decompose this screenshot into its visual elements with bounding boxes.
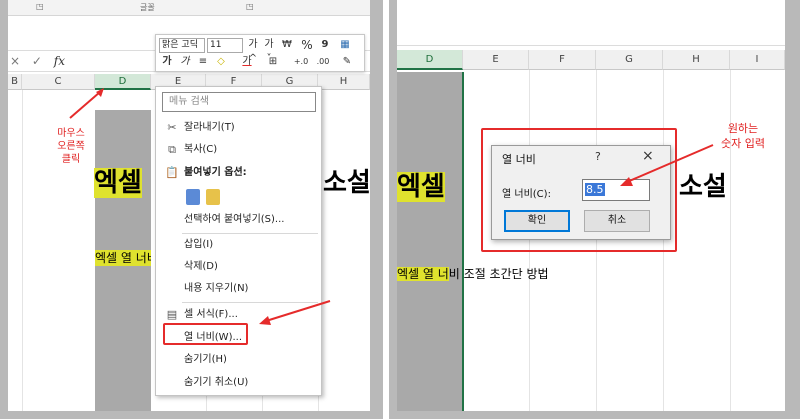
- borders-icon[interactable]: ⊞: [266, 55, 280, 69]
- col-header-g[interactable]: G: [596, 50, 663, 70]
- formula-bar: [397, 16, 785, 46]
- menu-item-label: 숨기기(H): [184, 354, 227, 365]
- insert-function-icon[interactable]: fx: [54, 54, 65, 68]
- menu-item-label: 내용 지우기(N): [184, 283, 249, 294]
- menu-item-unhide[interactable]: 숨기기 취소(U): [156, 373, 321, 393]
- formula-buttons: × ✓ fx: [10, 54, 65, 68]
- format-table-icon[interactable]: ▦: [338, 38, 352, 52]
- menu-item-hide[interactable]: 숨기기(H): [156, 350, 321, 370]
- cell-small-text-highlighted: 엑셀 열 너: [397, 267, 449, 281]
- confirm-entry-icon[interactable]: ✓: [32, 54, 42, 68]
- menu-item-insert[interactable]: 삽입(I): [156, 235, 321, 255]
- decrease-decimal-icon[interactable]: .00: [314, 55, 332, 69]
- annotation-arrow: [259, 300, 331, 325]
- col-header-b[interactable]: B: [8, 74, 22, 90]
- annotation-arrow: [69, 88, 104, 119]
- dialog-title: 열 너비: [502, 153, 536, 166]
- comma-style-icon[interactable]: 9: [318, 38, 332, 52]
- cancel-entry-icon[interactable]: ×: [10, 54, 20, 68]
- font-size-dropdown[interactable]: 11: [207, 38, 243, 53]
- menu-item-paste-special[interactable]: 선택하여 붙여넣기(S)...: [156, 210, 321, 230]
- excel-sheet-right: D E F G H I 엑셀 소설 엑셀 열 너비 조절 초간단 방법 열 너비…: [397, 0, 785, 411]
- col-header-h[interactable]: H: [318, 74, 370, 90]
- bold-icon[interactable]: 가: [160, 55, 174, 69]
- column-width-label: 열 너비(C):: [502, 189, 551, 200]
- clipboard-icon: 📋: [165, 166, 179, 179]
- selected-column-d[interactable]: [397, 72, 463, 411]
- cell-small-text: 엑셀 열 너비 조절 초간단 방법: [397, 266, 549, 282]
- increase-decimal-icon[interactable]: +.0: [292, 55, 310, 69]
- menu-search-input[interactable]: 메뉴 검색: [162, 92, 316, 112]
- menu-item-label: 셀 서식(F)...: [184, 309, 238, 320]
- format-painter-icon[interactable]: ✎: [340, 55, 354, 69]
- ribbon-launcher-icon[interactable]: ◳: [36, 2, 44, 11]
- cell-small-text-rest: 비 조절 초간단 방법: [448, 267, 549, 281]
- excel-sheet-left: ◳ 글꼴 ◳ × ✓ fx B C D E F G H 엑셀 소설 엑셀 열 너…: [8, 0, 370, 411]
- menu-item-label: 잘라내기(T): [184, 122, 235, 133]
- menu-item-label: 숨기기 취소(U): [184, 377, 249, 388]
- italic-icon[interactable]: 가: [178, 55, 192, 69]
- annotation-right-click: 마우스 오른쪽 클릭: [57, 128, 85, 165]
- font-color-icon[interactable]: 가: [240, 55, 254, 69]
- menu-item-label: 선택하여 붙여넣기(S)...: [184, 214, 285, 225]
- paste-formatting-icon[interactable]: [186, 189, 200, 205]
- col-header-h[interactable]: H: [663, 50, 730, 70]
- help-icon[interactable]: ?: [595, 150, 601, 163]
- ok-button[interactable]: 확인: [504, 210, 570, 232]
- cell-big-text: 엑셀: [94, 168, 142, 198]
- align-center-icon[interactable]: ≡: [196, 55, 210, 69]
- menu-item-label: 삭제(D): [184, 261, 218, 272]
- menu-item-paste-options: 📋 붙여넣기 옵션:: [156, 163, 321, 183]
- menu-item-label: 복사(C): [184, 144, 218, 155]
- col-header-i[interactable]: I: [730, 50, 785, 70]
- ribbon-launcher-icon[interactable]: ◳: [246, 2, 254, 11]
- mini-toolbar: 맑은 고딕 11 가^ 가˅ ₩ % 9 ▦ 가 가 ≡ ◇ 가 ⊞ +.0 .…: [155, 34, 365, 72]
- gridline: [22, 90, 23, 411]
- right-screenshot-panel: D E F G H I 엑셀 소설 엑셀 열 너비 조절 초간단 방법 열 너비…: [389, 0, 800, 419]
- ribbon-group-font-label: 글꼴: [140, 3, 155, 12]
- cell-small-text: 엑셀 열 너비: [95, 250, 151, 266]
- column-border: [462, 72, 464, 411]
- menu-item-copy[interactable]: ⧉ 복사(C): [156, 140, 321, 160]
- menu-item-label: 삽입(I): [184, 239, 214, 250]
- menu-separator: [182, 233, 318, 234]
- col-header-d[interactable]: D: [397, 50, 463, 70]
- col-header-e[interactable]: E: [463, 50, 529, 70]
- menu-item-clear-contents[interactable]: 내용 지우기(N): [156, 279, 321, 299]
- copy-icon: ⧉: [168, 143, 176, 156]
- context-menu: 메뉴 검색 ✂ 잘라내기(T) ⧉ 복사(C) 📋 붙여넣기 옵션: 선택하여 …: [155, 86, 322, 396]
- col-header-f[interactable]: F: [529, 50, 596, 70]
- annotation-arrow: [620, 144, 714, 186]
- font-name-dropdown[interactable]: 맑은 고딕: [159, 38, 205, 53]
- cancel-button[interactable]: 취소: [584, 210, 650, 232]
- ribbon-strip: ◳ 글꼴 ◳: [8, 0, 370, 16]
- left-screenshot-panel: ◳ 글꼴 ◳ × ✓ fx B C D E F G H 엑셀 소설 엑셀 열 너…: [0, 0, 383, 419]
- column-width-value: 8.5: [585, 183, 605, 196]
- scissors-icon: ✂: [167, 121, 177, 134]
- percent-icon[interactable]: %: [300, 38, 314, 52]
- format-cells-icon: ▤: [166, 308, 178, 321]
- fill-color-icon[interactable]: ◇: [214, 55, 228, 69]
- menu-item-cut[interactable]: ✂ 잘라내기(T): [156, 118, 321, 138]
- menu-item-label: 붙여넣기 옵션:: [184, 167, 247, 178]
- paste-values-icon[interactable]: [206, 189, 220, 205]
- currency-icon[interactable]: ₩: [280, 38, 294, 52]
- menu-item-delete[interactable]: 삭제(D): [156, 257, 321, 277]
- annotation-highlight-box: [163, 323, 248, 345]
- cell-big-text: 소설: [323, 168, 370, 198]
- cell-big-text: 엑셀: [397, 172, 445, 202]
